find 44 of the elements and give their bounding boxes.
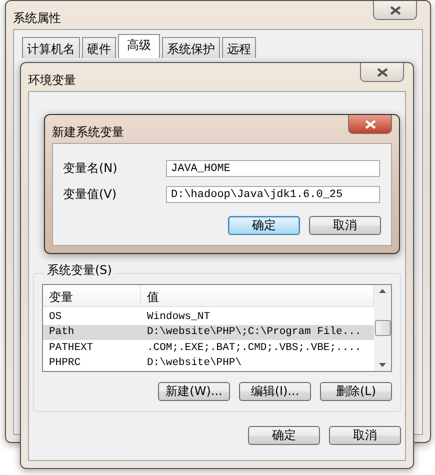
variable-name: PHPRC [48,357,82,370]
scrollbar[interactable] [374,285,391,371]
list-row[interactable]: PATHEXT .COM;.EXE;.BAT;.CMD;.VBS;.VBE;.... [43,340,374,356]
input-field[interactable]: JAVA_HOME [166,160,380,177]
dialog-title: 新建系统变量 [52,124,124,141]
dialog-button[interactable]: 取消 [329,426,401,445]
list-action-button[interactable]: 编辑(I)... [239,382,311,401]
tab[interactable]: 系统保护 [162,37,220,58]
dialog-button[interactable]: 取消 [309,216,381,235]
tab[interactable]: 硬件 [82,37,116,58]
window-title: 系统属性 [13,10,61,27]
close-icon [376,68,388,76]
list-row[interactable]: Path D:\website\PHP\;C:\Program File... [43,324,374,340]
column-header[interactable]: 变量 [43,285,141,306]
close-button[interactable] [373,1,417,20]
close-icon [390,6,400,14]
close-button[interactable] [360,63,404,82]
dialog-button[interactable]: 确定 [248,426,320,445]
group-label: 系统变量(S) [45,262,114,279]
input-field[interactable]: D:\hadoop\Java\jdk1.6.0_25 [166,186,380,203]
close-icon [364,120,376,128]
variable-list[interactable]: 变量 值 OS Windows_NT Path D:\website\PHP\;C:\Program File... PATHEXT .COM;.EXE;.BAT;.CMD;.VBS;.VBE;.... PHPRC D:\website\PHP\ [42,284,392,372]
window-title: 环境变量 [28,72,76,89]
variable-value: D:\website\PHP\ [146,357,243,370]
dialog-button[interactable]: 确定 [228,216,300,235]
list-action-button[interactable]: 新建(W)... [158,382,230,401]
tab[interactable]: 计算机名 [22,37,80,58]
list-action-button[interactable]: 删除(L) [320,382,392,401]
variable-value: D:\website\PHP\;C:\Program File... [146,326,362,338]
tab[interactable]: 远程 [222,37,256,58]
variable-name: Path [48,326,76,338]
scroll-down-icon[interactable] [379,363,386,367]
tab[interactable]: 高级 [118,34,160,58]
variable-value: .COM;.EXE;.BAT;.CMD;.VBS;.VBE;.... [146,342,362,354]
close-button[interactable] [348,115,392,134]
variable-value: Windows_NT [146,310,212,323]
scroll-up-icon[interactable] [379,289,386,293]
scroll-thumb[interactable] [374,320,390,336]
list-row[interactable]: OS Windows_NT [43,309,374,325]
variable-name: PATHEXT [48,342,94,354]
field-label: 变量名(N) [63,160,118,177]
list-row[interactable]: PHPRC D:\website\PHP\ [43,356,374,371]
field-label: 变量值(V) [63,186,118,203]
variable-name: OS [48,310,63,323]
